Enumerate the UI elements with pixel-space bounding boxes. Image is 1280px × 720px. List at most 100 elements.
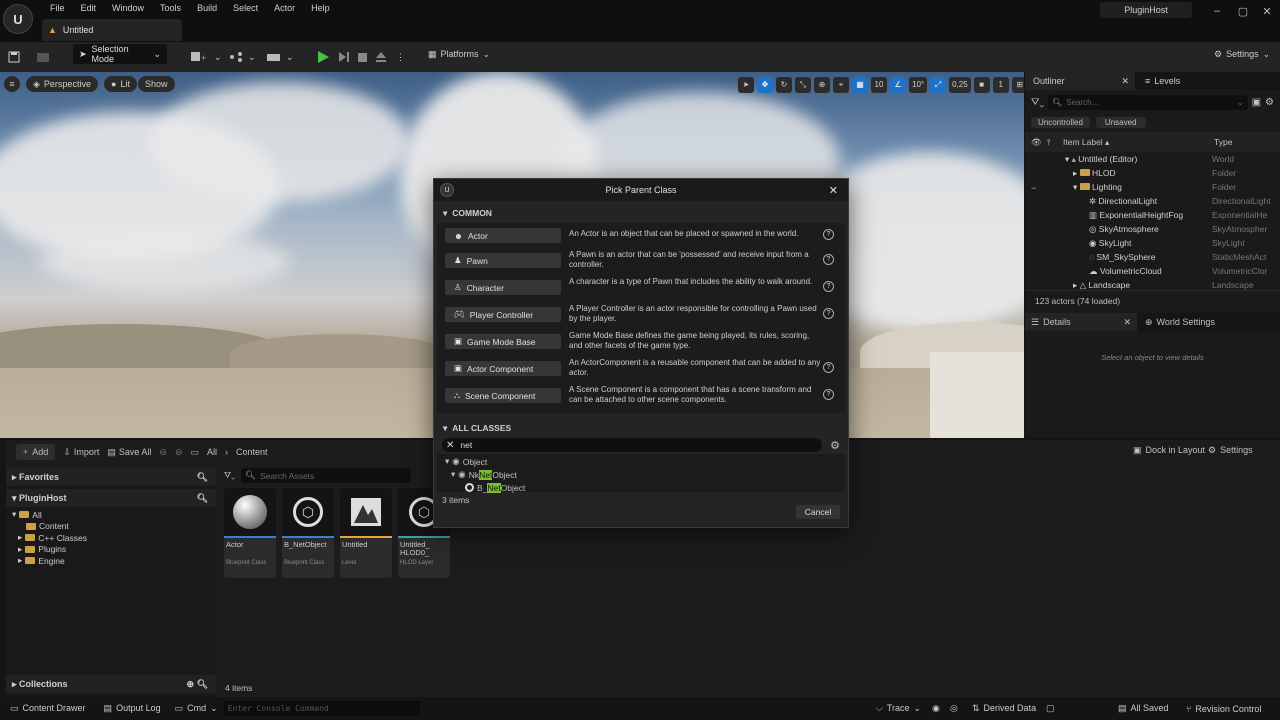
blueprint-icon[interactable]: ⌄: [228, 47, 256, 67]
history-forward-icon[interactable]: ⊖: [175, 447, 183, 458]
trace-button[interactable]: ⌵ Trace ⌄: [876, 703, 921, 714]
visibility-icon[interactable]: 👁︎: [1031, 137, 1042, 148]
camera-speed-icon[interactable]: ■: [973, 76, 990, 93]
dock-in-layout-button[interactable]: ▣ Dock in Layout: [1133, 445, 1205, 456]
cancel-button[interactable]: Cancel: [796, 505, 840, 519]
revision-control-button[interactable]: ⑂ Revision Control: [1186, 704, 1261, 714]
scene-component-class-button[interactable]: ⛬ Scene Component: [445, 388, 561, 403]
lit-button[interactable]: ● Lit: [104, 76, 137, 92]
translate-tool-icon[interactable]: ✥: [757, 76, 773, 93]
scale-snap-icon[interactable]: ⤢: [930, 76, 947, 93]
console-input[interactable]: Enter Console Command: [223, 701, 420, 716]
menu-edit[interactable]: Edit: [73, 3, 105, 14]
asset-tile[interactable]: Actor Blueprint Class: [224, 488, 276, 578]
outliner-row[interactable]: ▸ HLOD Folder: [1025, 166, 1280, 180]
tree-item-content[interactable]: Content: [12, 521, 216, 533]
gear-icon[interactable]: ⚙: [1265, 97, 1274, 108]
add-button[interactable]: + Add: [16, 444, 56, 460]
add-collection-icon[interactable]: ⊕: [187, 679, 195, 689]
outliner-row[interactable]: ◉ SkyLight SkyLight: [1025, 236, 1280, 250]
breadcrumb-all[interactable]: All: [207, 447, 217, 457]
outliner-row[interactable]: ☁ VolumetricCloud VolumetricClor: [1025, 264, 1280, 278]
outliner-row[interactable]: ◌ SM_SkySphere StaticMeshAct: [1025, 250, 1280, 264]
project-header[interactable]: ▾ PluginHost 🔍︎: [6, 489, 216, 507]
stop-icon[interactable]: [357, 47, 368, 67]
world-space-icon[interactable]: ⊕: [814, 76, 830, 93]
tree-node-object[interactable]: ▾ ◉ Object: [445, 455, 845, 468]
search-icon[interactable]: 🔍︎: [197, 679, 208, 689]
menu-window[interactable]: Window: [104, 3, 152, 14]
outliner-row[interactable]: ✲ DirectionalLight DirectionalLight: [1025, 194, 1280, 208]
col-item-label[interactable]: Item Label ▴: [1063, 137, 1109, 148]
collections-header[interactable]: ▸ Collections ⊕ 🔍︎: [6, 675, 216, 693]
unreal-logo-icon[interactable]: U: [3, 4, 33, 34]
history-back-icon[interactable]: ⊖: [159, 447, 167, 458]
grid-snap-icon[interactable]: ▦: [852, 76, 868, 93]
tab-outliner[interactable]: Outliner ✕: [1025, 72, 1135, 90]
tree-item-all[interactable]: ▾ All: [12, 509, 216, 521]
common-section-header[interactable]: ▾ COMMON: [434, 205, 848, 221]
camera-speed-value[interactable]: 1: [992, 76, 1009, 93]
outliner-row[interactable]: ▥ ExponentialHeightFog ExponentialHe: [1025, 208, 1280, 222]
menu-file[interactable]: File: [42, 3, 73, 14]
tree-item-cpp-classes[interactable]: ▸ C++ Classes: [12, 532, 216, 544]
rotation-snap-value[interactable]: 10°: [909, 76, 928, 93]
menu-tools[interactable]: Tools: [152, 3, 189, 14]
outliner-search-input[interactable]: 🔍︎ Search... ⌄: [1048, 94, 1248, 110]
tree-item-plugins[interactable]: ▸ Plugins: [12, 544, 216, 556]
maximize-icon[interactable]: ▢: [1230, 2, 1256, 20]
close-tab-icon[interactable]: ✕: [1123, 317, 1137, 328]
viewport-menu-icon[interactable]: ≡: [4, 76, 20, 92]
grid-snap-value[interactable]: 10: [871, 76, 887, 93]
output-log-button[interactable]: ▤ Output Log: [96, 703, 169, 714]
breadcrumb-content[interactable]: Content: [236, 447, 268, 457]
gear-icon[interactable]: ⚙: [830, 439, 840, 452]
rotate-tool-icon[interactable]: ↻: [776, 76, 792, 93]
tab-details[interactable]: ☰ Details ✕: [1025, 313, 1137, 331]
menu-actor[interactable]: Actor: [266, 3, 303, 14]
help-icon[interactable]: ?: [823, 229, 834, 240]
rotation-snap-icon[interactable]: ∠: [890, 76, 906, 93]
play-icon[interactable]: [316, 47, 330, 67]
favorites-header[interactable]: ▸ Favorites 🔍︎: [6, 468, 216, 486]
close-window-icon[interactable]: ✕: [1254, 2, 1280, 20]
class-search-input[interactable]: ✕ net: [442, 438, 823, 452]
save-all-button[interactable]: ▤ Save All: [107, 447, 151, 458]
search-icon[interactable]: 🔍︎: [197, 472, 208, 483]
cmd-dropdown[interactable]: ▭ Cmd ⌄: [169, 703, 224, 714]
perspective-button[interactable]: ◈ Perspective: [26, 76, 98, 92]
menu-help[interactable]: Help: [303, 3, 338, 14]
record-icon[interactable]: ◉: [932, 703, 940, 714]
all-classes-section-header[interactable]: ▾ ALL CLASSES: [434, 420, 848, 436]
outliner-row[interactable]: ▾ ▴ Untitled (Editor) World: [1025, 152, 1280, 166]
tree-node-nknetobject[interactable]: ▾ ◉ NkNetObject: [445, 468, 845, 481]
help-icon[interactable]: ?: [823, 308, 834, 319]
tree-node-b-netobject[interactable]: B_NetObject: [445, 481, 845, 494]
pawn-class-button[interactable]: ♟ Pawn: [445, 253, 561, 268]
clear-search-icon[interactable]: ✕: [446, 440, 454, 451]
scale-tool-icon[interactable]: ⤡: [795, 76, 811, 93]
save-icon[interactable]: [8, 47, 20, 67]
level-tab[interactable]: ▲ Untitled: [42, 19, 182, 41]
layout-icon[interactable]: ⊞: [1011, 76, 1024, 93]
content-settings-button[interactable]: ⚙ Settings: [1208, 445, 1253, 456]
help-icon[interactable]: ?: [823, 362, 834, 373]
scale-snap-value[interactable]: 0,25: [949, 76, 971, 93]
add-actor-icon[interactable]: + ⌄: [190, 47, 222, 67]
asset-search-input[interactable]: 🔍︎ Search Assets: [241, 468, 412, 483]
all-saved-button[interactable]: ▤ All Saved: [1118, 703, 1169, 714]
step-icon[interactable]: [338, 47, 350, 67]
col-type[interactable]: Type: [1214, 137, 1232, 147]
filter-icon[interactable]: ⛛⌄: [224, 470, 235, 481]
play-options-icon[interactable]: ⋮: [396, 47, 405, 67]
close-tab-icon[interactable]: ✕: [1121, 76, 1135, 87]
filter-uncontrolled[interactable]: Uncontrolled: [1031, 116, 1090, 128]
outliner-row[interactable]: ⌣ ▾ Lighting Folder: [1025, 180, 1280, 194]
help-icon[interactable]: ?: [823, 254, 834, 265]
eject-icon[interactable]: [375, 47, 387, 67]
audio-icon[interactable]: ◎: [950, 703, 958, 714]
derived-data-button[interactable]: ⇅ Derived Data: [972, 703, 1036, 714]
tab-levels[interactable]: ≡ Levels: [1135, 76, 1180, 86]
outliner-row[interactable]: ◎ SkyAtmosphere SkyAtmospher: [1025, 222, 1280, 236]
menu-build[interactable]: Build: [189, 3, 225, 14]
